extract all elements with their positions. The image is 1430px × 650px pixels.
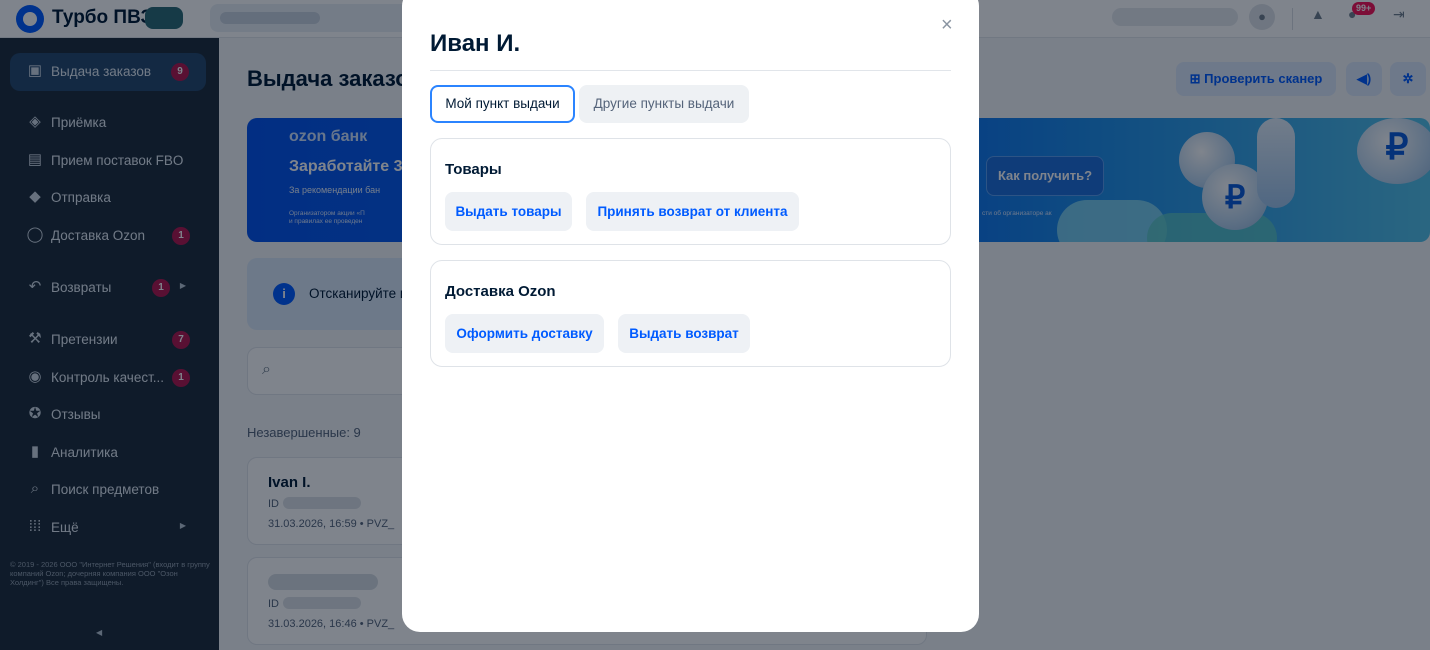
modal-title: Иван И. [430, 30, 521, 57]
accept-return-button[interactable]: Принять возврат от клиента [586, 192, 799, 231]
ozon-delivery-section: Доставка Ozon Оформить доставку Выдать в… [430, 260, 951, 367]
close-icon[interactable]: × [941, 15, 953, 35]
section-title: Доставка Ozon [445, 283, 556, 300]
tab-my-pickup-point[interactable]: Мой пункт выдачи [430, 85, 575, 123]
goods-section: Товары Выдать товары Принять возврат от … [430, 138, 951, 245]
create-delivery-button[interactable]: Оформить доставку [445, 314, 604, 353]
divider [430, 70, 951, 71]
section-title: Товары [445, 161, 502, 178]
tab-other-pickup-points[interactable]: Другие пункты выдачи [579, 85, 749, 123]
issue-return-button[interactable]: Выдать возврат [618, 314, 750, 353]
issue-goods-button[interactable]: Выдать товары [445, 192, 572, 231]
customer-modal: × Иван И. Мой пункт выдачи Другие пункты… [402, 0, 979, 632]
